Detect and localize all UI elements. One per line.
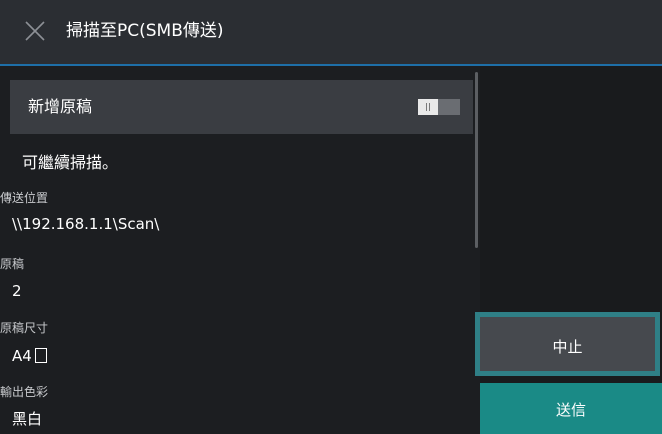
action-panel bbox=[480, 66, 662, 434]
add-original-toggle[interactable] bbox=[418, 99, 460, 115]
portrait-orientation-icon bbox=[34, 348, 47, 363]
add-original-label: 新增原稿 bbox=[28, 97, 93, 116]
destination-value: \\192.168.1.1\Scan\ bbox=[12, 215, 160, 233]
output-color-value: 黑白 bbox=[12, 410, 43, 428]
original-size-text: A4 bbox=[12, 347, 32, 365]
originals-value: 2 bbox=[12, 282, 22, 300]
stop-button-face: 中止 bbox=[480, 317, 655, 371]
toggle-knob bbox=[418, 99, 438, 115]
original-size-label: 原稿尺寸 bbox=[0, 321, 49, 335]
output-color-label: 輸出色彩 bbox=[0, 385, 49, 399]
send-button-label: 送信 bbox=[555, 401, 586, 419]
scrollbar[interactable] bbox=[475, 72, 478, 248]
stop-button[interactable]: 中止 bbox=[475, 312, 660, 376]
page-title: 掃描至PC(SMB傳送) bbox=[66, 21, 224, 41]
close-icon[interactable] bbox=[24, 20, 46, 42]
original-size-value: A4 bbox=[12, 346, 47, 366]
settings-panel: 新增原稿 可繼續掃描。 傳送位置 \\192.168.1.1\Scan\ 原稿 … bbox=[0, 66, 480, 434]
originals-label: 原稿 bbox=[0, 257, 25, 271]
send-button[interactable]: 送信 bbox=[480, 383, 662, 434]
add-original-row[interactable]: 新增原稿 bbox=[10, 80, 473, 134]
stop-button-label: 中止 bbox=[552, 338, 583, 356]
title-bar: 掃描至PC(SMB傳送) bbox=[0, 0, 662, 64]
destination-label: 傳送位置 bbox=[0, 191, 49, 205]
continue-scan-note: 可繼續掃描。 bbox=[22, 153, 119, 172]
